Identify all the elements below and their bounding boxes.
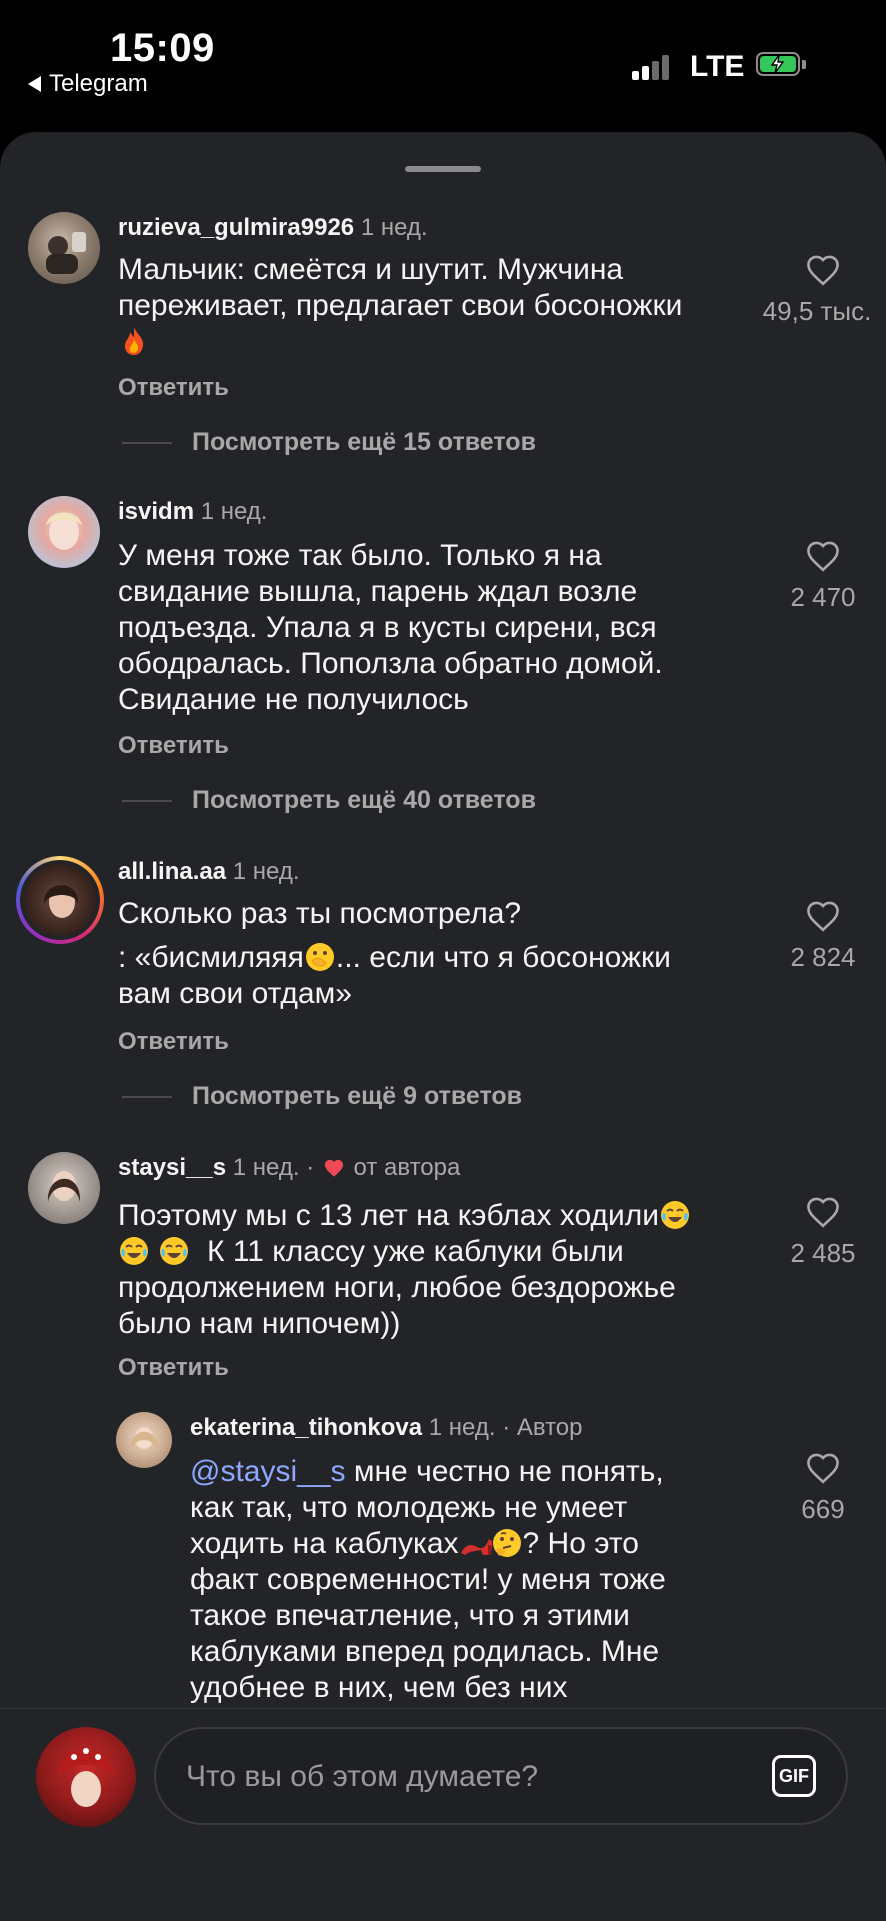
like-button[interactable]: 49,5 тыс. [763,254,878,327]
author-liked-heart-icon [324,1159,343,1177]
back-arrow-icon [28,76,41,92]
liked-by-author-label: от автора [353,1154,461,1181]
comment-time: 1 нед. [360,214,428,241]
like-count: 2 824 [790,942,856,972]
comment-header: all.lina.aa 1 нед. [118,858,300,886]
username[interactable]: ruzieva_gulmira9926 [118,214,354,241]
comment-header: ekaterina_tihonkova 1 нед. · Автор [190,1414,583,1442]
comment-time: 1 нед. [232,858,300,885]
comment-time: 1 нед. [200,498,268,525]
username[interactable]: staysi__s [118,1154,226,1181]
avatar[interactable] [28,1152,100,1224]
comment-input[interactable] [184,1751,708,1803]
comment-text: @staysi__s мне честно не понять, как так… [190,1455,666,1704]
status-time: 15:09 [110,26,215,70]
comment-header: staysi__s 1 нед. · от автора [118,1154,460,1182]
heart-icon [807,255,839,286]
like-count: 2 470 [790,582,856,612]
cellular-signal-icon [632,54,676,80]
back-to-app-link[interactable]: Telegram [28,70,148,98]
like-count: 2 485 [790,1238,856,1268]
reply-button[interactable]: Ответить [118,1354,229,1382]
thinking-face-emoji [491,1527,523,1559]
tears-of-joy-emoji [659,1199,691,1231]
like-count: 49,5 тыс. [762,296,872,326]
username[interactable]: ekaterina_tihonkova [190,1414,422,1441]
reply-button[interactable]: Ответить [118,732,229,760]
comments-sheet: ruzieva_gulmira9926 1 нед. Мальчик: смеё… [0,132,886,1920]
comment-header: isvidm 1 нед. [118,498,267,526]
battery-icon [756,52,806,78]
comment-text: Мальчик: смеётся и шутит. Мужчина пережи… [118,252,758,360]
username[interactable]: all.lina.aa [118,858,226,885]
comment-header: ruzieva_gulmira9926 1 нед. [118,214,428,242]
heart-icon [807,1453,839,1484]
heart-icon [807,1197,839,1228]
heart-icon [807,541,839,572]
tears-of-joy-emoji [158,1235,190,1267]
username[interactable]: isvidm [118,498,194,525]
comment-composer: GIF [0,1708,886,1921]
fire-emoji [118,325,150,357]
like-count: 669 [801,1494,845,1524]
like-button[interactable]: 2 485 [768,1196,878,1269]
tears-of-joy-emoji [118,1235,150,1267]
my-avatar[interactable] [36,1727,136,1827]
comment-text: Сколько раз ты посмотрела? : «бисмиляяя … [118,897,671,1010]
comment-time: 1 нед. · [232,1154,315,1181]
status-bar: 15:09 Telegram LTE [0,0,886,132]
comment-text: Поэтому мы с 13 лет на кэблах ходили К 1… [118,1198,768,1342]
like-button[interactable]: 669 [768,1452,878,1525]
gif-button[interactable]: GIF [772,1755,816,1797]
view-more-replies[interactable]: Посмотреть ещё 40 ответов [122,786,536,815]
comment-text: У меня тоже так было. Только я на свидан… [118,539,663,716]
like-button[interactable]: 2 824 [768,900,878,973]
heart-icon [807,901,839,932]
mention-link[interactable]: @staysi__s [190,1455,346,1488]
avatar-story-ring[interactable] [16,856,104,944]
network-type: LTE [690,50,745,83]
view-more-replies[interactable]: Посмотреть ещё 9 ответов [122,1082,522,1111]
comment-input-box: GIF [154,1727,848,1825]
face-with-hand-over-mouth-emoji [304,941,336,973]
reply-button[interactable]: Ответить [118,1028,229,1056]
avatar[interactable] [28,496,100,568]
sheet-drag-handle[interactable] [405,166,481,172]
comment-time: 1 нед. · Автор [428,1414,583,1441]
view-more-replies[interactable]: Посмотреть ещё 15 ответов [122,428,536,457]
high-heel-emoji [459,1527,492,1559]
avatar[interactable] [116,1412,172,1468]
avatar[interactable] [28,212,100,284]
reply-button[interactable]: Ответить [118,374,229,402]
like-button[interactable]: 2 470 [768,540,878,613]
back-app-label: Telegram [49,70,148,97]
